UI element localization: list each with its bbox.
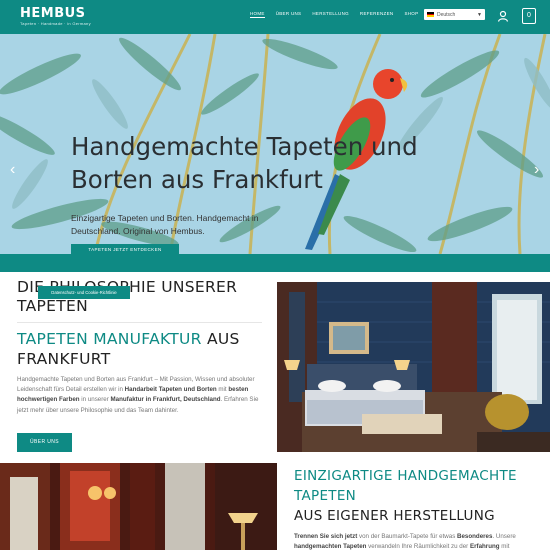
interior-photo (0, 463, 277, 550)
german-flag-icon (427, 12, 434, 18)
body-text: . Unsere (492, 533, 516, 540)
manufaktur-title: TAPETEN MANUFAKTUR AUS FRANKFURT (17, 329, 267, 369)
language-select[interactable]: Deutsch ▼ (424, 9, 485, 20)
unique-title-rest: AUS EIGENER HERSTELLUNG (294, 508, 495, 524)
logo-tagline: Tapeten · Handmade · in Germany (20, 21, 91, 26)
emphasis-text: handgemachten Tapeten (294, 543, 367, 550)
main-nav: Home Über uns Herstellung Referenzen Sho… (250, 11, 452, 18)
hero-slider: Handgemachte Tapeten und Borten aus Fran… (0, 34, 550, 254)
hero-title: Handgemachte Tapeten und Borten aus Fran… (71, 132, 418, 194)
chevron-left-icon[interactable]: ‹ (10, 162, 15, 178)
logo-wordmark: HEMBUS (20, 6, 86, 21)
hero-subtitle: Einzigartige Tapeten und Borten. Handgem… (71, 213, 259, 236)
site-header: HEMBUS Tapeten · Handmade · in Germany H… (0, 0, 550, 34)
body-text: mit (499, 543, 510, 550)
emphasis-text: Erfahrung (469, 543, 500, 550)
body-text: verwandeln Ihre Räumlichkeit zu der (366, 543, 470, 550)
nav-about[interactable]: Über uns (276, 11, 302, 18)
nav-references[interactable]: Referenzen (360, 11, 394, 18)
body-text: mit (216, 386, 229, 394)
divider (17, 322, 262, 323)
philosophy-text: Handgemachte Tapeten und Borten aus Fran… (17, 375, 267, 416)
nav-production[interactable]: Herstellung (312, 11, 349, 18)
user-icon[interactable] (497, 10, 509, 22)
emphasis-text: Trennen Sie sich jetzt (294, 533, 358, 540)
cookie-policy-badge[interactable]: Datenschutz- und Cookie-Richtlinie (38, 286, 130, 299)
unique-wallpapers-title: EINZIGARTIGE HANDGEMACHTE TAPETEN AUS EIG… (294, 466, 544, 526)
about-us-button[interactable]: Über uns (17, 433, 72, 452)
hero-bottom-band (0, 254, 550, 272)
bedroom-photo (277, 282, 550, 452)
nav-shop[interactable]: Shop (404, 11, 418, 18)
chevron-down-icon: ▼ (477, 11, 482, 18)
emphasis-text: Handarbeit Tapeten und Borten (124, 386, 217, 394)
logo[interactable]: HEMBUS Tapeten · Handmade · in Germany (20, 6, 100, 27)
chevron-right-icon[interactable]: › (534, 162, 539, 178)
cart-icon[interactable]: 0 (522, 8, 536, 24)
emphasis-text: Besonderes (457, 533, 493, 540)
discover-wallpapers-button[interactable]: Tapeten jetzt entdecken (71, 244, 179, 256)
manufaktur-title-accent: TAPETEN MANUFAKTUR (17, 330, 202, 348)
nav-home[interactable]: Home (250, 11, 265, 18)
unique-title-accent: EINZIGARTIGE HANDGEMACHTE TAPETEN (294, 468, 517, 504)
body-text: in unserer (79, 396, 111, 404)
body-text: von der Baumarkt-Tapete für etwas (357, 533, 458, 540)
unique-wallpapers-text: Trennen Sie sich jetzt von der Baumarkt-… (294, 532, 544, 550)
emphasis-text: Manufaktur in Frankfurt, Deutschland (110, 396, 221, 404)
language-label: Deutsch (437, 11, 456, 18)
